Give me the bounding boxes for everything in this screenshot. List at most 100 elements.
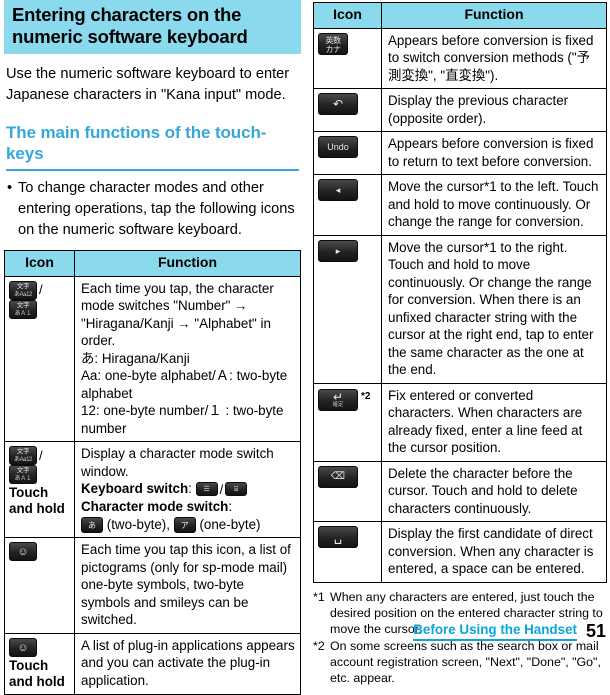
slash-separator: / <box>219 481 224 497</box>
page-footer: Before Using the Handset 51 <box>413 622 606 641</box>
table-row: 文字 あAa12 / 文字 あＡ１ Touch and hold Display a… <box>4 440 301 539</box>
icon-cell: ▸ <box>313 234 382 384</box>
icon-cell: 英数 カナ <box>313 27 382 89</box>
function-line: Aa: one-byte alphabet/Ａ: two-byte alphab… <box>81 368 288 401</box>
section-heading: The main functions of the touch-keys <box>6 123 267 163</box>
right-column: Icon Function 英数 カナ Appears before conver… <box>313 0 607 687</box>
character-mode-kana-key-icon: 文字 あAa12 <box>9 280 37 300</box>
backspace-key-icon: ⌫ <box>318 465 358 488</box>
function-cell: A list of plug-in applications appears a… <box>74 632 301 695</box>
function-cell: Move the cursor*1 to the right. Touch an… <box>381 234 607 384</box>
function-line: Fix entered or converted characters. Whe… <box>388 387 583 456</box>
colon: : <box>188 481 196 496</box>
icon-action-note: Touch and hold <box>9 657 65 689</box>
function-line: Appears before conversion is fixed to re… <box>388 136 594 169</box>
one-byte-label: (one-byte) <box>199 516 261 532</box>
function-cell: Display the previous character (opposite… <box>381 88 607 132</box>
icon-cell: ◂ <box>313 174 382 236</box>
bullet-dot: • <box>7 180 13 196</box>
function-cell: Display the first candidate of direct co… <box>381 521 607 583</box>
page-title-line-2: numeric software keyboard <box>12 26 248 47</box>
manual-page: Entering characters on the numeric softw… <box>0 0 610 695</box>
table-header-row: Icon Function <box>313 2 607 29</box>
function-line: Each time you tap this icon, a list of p… <box>81 542 291 628</box>
one-byte-mode-icon: ア <box>173 517 196 534</box>
icon-cell: ☺ Touch and hold <box>4 632 75 695</box>
table-row: ⌫ Delete the character before the cursor… <box>313 460 607 522</box>
function-line: Each time you tap, the character mode sw… <box>81 280 274 349</box>
function-line: Display the previous character (opposite… <box>388 93 569 126</box>
chapter-link[interactable]: Before Using the Handset <box>413 622 577 641</box>
byte-mode-line: あ (two-byte), ア (one-byte) <box>81 516 296 534</box>
function-line: Display a character mode switch window. <box>81 446 274 479</box>
keyboard-switch-line: Keyboard switch: ☰ / ⌸ <box>81 480 296 498</box>
function-cell: Move the cursor*1 to the left. Touch and… <box>381 174 607 236</box>
two-byte-label: (two-byte), <box>106 516 170 532</box>
function-cell: Delete the character before the cursor. … <box>381 460 607 522</box>
icon-cell: 文字 あAa12 / 文字 あＡ１ Touch and hold <box>4 440 75 539</box>
icon-cell: ☺ <box>4 537 75 634</box>
left-function-table: Icon Function 文字 あAa12 / 文字 あＡ１ Each tim… <box>4 250 301 695</box>
character-mode-kana-key-icon: 文字 あAa12 <box>9 446 37 465</box>
qwerty-keyboard-icon: ⌸ <box>225 482 248 497</box>
section-bullet: • To change character modes and other ent… <box>6 178 299 241</box>
function-cell: Appears before conversion is fixed to re… <box>381 131 607 175</box>
function-cell: Appears before conversion is fixed to sw… <box>381 27 607 89</box>
icon-cell: ␣ <box>313 521 382 583</box>
table-row: ↶ Display the previous character (opposi… <box>313 88 607 132</box>
conversion-method-key-icon: 英数 カナ <box>318 32 348 55</box>
function-line: Delete the character before the cursor. … <box>388 465 578 516</box>
colon: : <box>228 499 233 515</box>
footnote-2-mark: *2 <box>313 638 325 653</box>
column-header-function: Function <box>74 250 301 277</box>
intro-paragraph: Use the numeric software keyboard to ent… <box>6 66 290 103</box>
cursor-left-key-icon: ◂ <box>318 179 358 201</box>
table-row: Undo Appears before conversion is fixed … <box>313 131 607 175</box>
table-row: ↵ 確定 *2 Fix entered or converted characte… <box>313 382 607 462</box>
function-line: Display the first candidate of direct co… <box>388 526 594 576</box>
undo-key-icon: Undo <box>318 136 358 158</box>
table-row: ␣ Display the first candidate of direct … <box>313 521 607 583</box>
function-line: Move the cursor*1 to the left. Touch and… <box>388 179 599 229</box>
slash-separator: / <box>39 447 43 463</box>
character-mode-switch-label: Character mode switch <box>81 499 229 515</box>
bullet-text: To change character modes and other ente… <box>18 180 295 238</box>
pictogram-key-icon: ☺ <box>9 637 37 657</box>
right-function-table: Icon Function 英数 カナ Appears before conver… <box>313 2 607 583</box>
table-row: 文字 あAa12 / 文字 あＡ１ Each time you tap, the c… <box>4 275 301 442</box>
table-row: ▸ Move the cursor*1 to the right. Touch … <box>313 234 607 384</box>
icon-action-note: Touch and hold <box>9 485 65 516</box>
column-header-function: Function <box>381 2 607 29</box>
footnote-ref-2: *2 <box>361 390 371 402</box>
page-title-line-1: Entering characters on the <box>12 4 242 25</box>
character-mode-switch-line: Character mode switch: <box>81 498 296 516</box>
footnote-1-mark: *1 <box>313 589 325 604</box>
space-key-icon: ␣ <box>318 526 358 548</box>
function-line: Move the cursor*1 to the right. Touch an… <box>388 239 594 378</box>
icon-cell: ⌫ <box>313 460 382 522</box>
function-line: Appears before conversion is fixed to sw… <box>388 32 594 83</box>
function-cell: Fix entered or converted characters. Whe… <box>381 382 607 462</box>
column-header-icon: Icon <box>4 250 75 277</box>
function-line: あ: Hiragana/Kanji <box>81 350 190 366</box>
previous-character-key-icon: ↶ <box>318 93 358 115</box>
icon-cell: 文字 あAa12 / 文字 あＡ１ <box>4 275 75 442</box>
slash-separator: / <box>39 282 43 298</box>
table-row: 英数 カナ Appears before conversion is fixed … <box>313 27 607 89</box>
two-byte-mode-icon: あ <box>81 517 103 534</box>
table-row: ☺ Each time you tap this icon, a list of… <box>4 537 301 634</box>
icon-cell: ↵ 確定 *2 <box>313 382 382 462</box>
enter-key-icon: ↵ 確定 <box>318 389 358 412</box>
page-title-banner: Entering characters on the numeric softw… <box>4 0 301 54</box>
numeric-keyboard-icon: ☰ <box>195 482 218 497</box>
section-divider <box>6 169 299 171</box>
function-cell: Display a character mode switch window. … <box>74 440 301 539</box>
character-mode-alpha-key-icon: 文字 あＡ１ <box>9 465 37 484</box>
pictogram-key-icon: ☺ <box>9 542 37 562</box>
page-number: 51 <box>585 621 606 641</box>
table-row: ◂ Move the cursor*1 to the left. Touch a… <box>313 174 607 236</box>
character-mode-alpha-key-icon: 文字 あＡ１ <box>9 299 37 319</box>
column-header-icon: Icon <box>313 2 382 29</box>
icon-cell: ↶ <box>313 88 382 132</box>
table-row: ☺ Touch and hold A list of plug-in appli… <box>4 632 301 695</box>
